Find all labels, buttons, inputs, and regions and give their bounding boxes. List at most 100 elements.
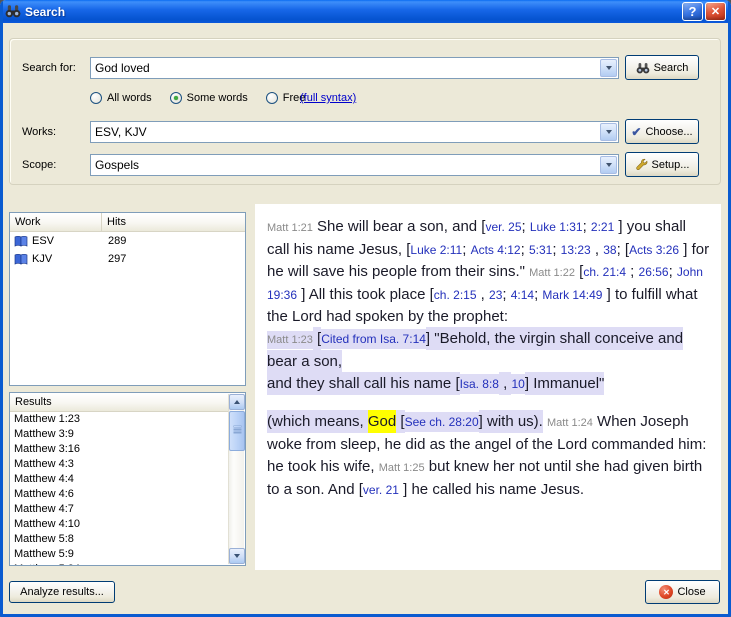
cross-ref[interactable]: Cited from Isa. 7:14	[321, 329, 426, 349]
choose-button-label: Choose...	[645, 126, 692, 138]
title-bar[interactable]: Search ? ✕	[0, 0, 731, 23]
verse-text: with us).	[487, 410, 543, 433]
result-item[interactable]: Matthew 1:23	[10, 412, 228, 427]
verse-text: Immanuel"	[533, 372, 604, 395]
radio-label: All words	[107, 92, 152, 104]
search-dialog: Search ? ✕ Search for: God loved Search …	[0, 0, 731, 617]
cross-ref[interactable]: 13:23	[561, 243, 591, 257]
search-for-label: Search for:	[22, 62, 76, 74]
cross-ref[interactable]: 23	[489, 288, 502, 302]
results-list: Matthew 1:23Matthew 3:9Matthew 3:16Matth…	[10, 412, 228, 565]
search-input-value[interactable]: God loved	[91, 58, 599, 78]
radio-some-words[interactable]: Some words	[170, 92, 248, 104]
close-button[interactable]: ✕ Close	[645, 580, 720, 604]
result-item[interactable]: Matthew 4:6	[10, 487, 228, 502]
result-item[interactable]: Matthew 4:4	[10, 472, 228, 487]
scope-label: Scope:	[22, 159, 56, 171]
result-item[interactable]: Matthew 4:10	[10, 517, 228, 532]
result-item[interactable]: Matthew 5:9	[10, 547, 228, 562]
radio-button-icon[interactable]	[90, 92, 102, 104]
hit-count: 297	[102, 253, 245, 265]
verse-text: ;	[552, 241, 560, 258]
verse-ref: Matt 1:24	[547, 417, 593, 429]
cross-ref[interactable]: 2:21	[591, 220, 614, 234]
result-item[interactable]: Matthew 3:16	[10, 442, 228, 457]
cross-ref[interactable]: Isa. 8:8	[460, 374, 499, 394]
scroll-up-button[interactable]	[229, 394, 245, 410]
scroll-down-button[interactable]	[229, 548, 245, 564]
analyze-results-button[interactable]: Analyze results...	[9, 581, 115, 603]
analyze-results-label: Analyze results...	[20, 586, 104, 598]
radio-button-icon[interactable]	[266, 92, 278, 104]
cross-ref[interactable]: Luke 1:31	[530, 220, 583, 234]
cross-ref[interactable]: Acts 4:12	[471, 243, 521, 257]
cross-ref[interactable]: 4:14	[511, 288, 534, 302]
work-name: KJV	[32, 253, 52, 265]
cross-ref[interactable]: ch. 21:4	[583, 265, 626, 279]
full-syntax-link[interactable]: (full syntax)	[300, 92, 356, 104]
hits-row[interactable]: ESV289	[10, 232, 245, 250]
works-value[interactable]: ESV, KJV	[91, 122, 599, 142]
search-dropdown-button[interactable]	[600, 59, 617, 77]
verse-text: ;	[617, 241, 625, 258]
preview-pane[interactable]: Matt 1:21 She will bear a son, and [ver.…	[255, 204, 721, 570]
works-combobox[interactable]: ESV, KJV	[90, 121, 619, 143]
results-panel: Results Matthew 1:23Matthew 3:9Matthew 3…	[9, 392, 246, 566]
window-title: Search	[25, 5, 680, 19]
check-icon: ✔	[631, 126, 641, 138]
verse-text: ;	[669, 263, 677, 280]
verse-text: ;	[502, 286, 510, 303]
scope-combobox[interactable]: Gospels	[90, 154, 619, 176]
hits-table: Work Hits ESV289 KJV 297	[9, 212, 246, 386]
verse-text: ;	[462, 241, 470, 258]
verse-text: ;	[521, 241, 529, 258]
cross-ref[interactable]: Acts 3:26	[629, 243, 679, 257]
preview-paragraph: (which means, God [See ch. 28:20] with u…	[267, 411, 711, 501]
setup-button-label: Setup...	[652, 159, 690, 171]
scrollbar-thumb[interactable]	[229, 411, 245, 451]
result-item[interactable]: Matthew 5:8	[10, 532, 228, 547]
verse-text: ,	[499, 372, 512, 395]
verse-text: ]	[297, 286, 309, 303]
radio-all-words[interactable]: All words	[90, 92, 152, 104]
scope-value[interactable]: Gospels	[91, 155, 599, 175]
cross-ref[interactable]: ch. 2:15	[434, 288, 477, 302]
cross-ref[interactable]: Luke 2:11	[410, 243, 462, 257]
cross-ref[interactable]: 38	[603, 243, 616, 257]
verse-text: [	[396, 410, 404, 433]
hits-row[interactable]: KJV 297	[10, 250, 245, 268]
search-input[interactable]: God loved	[90, 57, 619, 79]
cross-ref[interactable]: ver. 21	[363, 483, 399, 497]
cross-ref[interactable]: ver. 25	[485, 220, 521, 234]
scope-dropdown-button[interactable]	[600, 156, 617, 174]
setup-button[interactable]: Setup...	[625, 152, 699, 177]
verse-text: ;	[583, 218, 591, 235]
help-button[interactable]: ?	[682, 2, 703, 21]
cross-ref[interactable]: Mark 14:49	[542, 288, 602, 302]
cross-ref[interactable]: 26:56	[639, 265, 669, 279]
hits-table-header: Work Hits	[10, 213, 245, 232]
choose-button[interactable]: ✔ Choose...	[625, 119, 699, 144]
wrench-icon	[635, 158, 648, 171]
work-column-header[interactable]: Work	[10, 213, 102, 231]
result-item[interactable]: Matthew 5:34	[10, 562, 228, 565]
chevron-down-icon	[606, 66, 612, 70]
result-item[interactable]: Matthew 4:7	[10, 502, 228, 517]
cross-ref[interactable]: 10	[511, 374, 524, 394]
cross-ref[interactable]: 5:31	[529, 243, 552, 257]
verse-text: ]	[614, 218, 627, 235]
close-button-label: Close	[677, 586, 705, 598]
radio-button-icon[interactable]	[170, 92, 182, 104]
verse-text: he called his name Jesus.	[411, 481, 584, 498]
search-mode-options: All wordsSome wordsFree	[90, 90, 305, 105]
binoculars-icon	[5, 4, 21, 19]
work-name: ESV	[32, 235, 54, 247]
result-item[interactable]: Matthew 3:9	[10, 427, 228, 442]
cross-ref[interactable]: See ch. 28:20	[405, 412, 479, 432]
works-dropdown-button[interactable]	[600, 123, 617, 141]
hits-column-header[interactable]: Hits	[102, 213, 245, 231]
result-item[interactable]: Matthew 4:3	[10, 457, 228, 472]
search-button[interactable]: Search	[625, 55, 699, 80]
window-close-button[interactable]: ✕	[705, 2, 726, 21]
results-scrollbar[interactable]	[228, 394, 244, 564]
